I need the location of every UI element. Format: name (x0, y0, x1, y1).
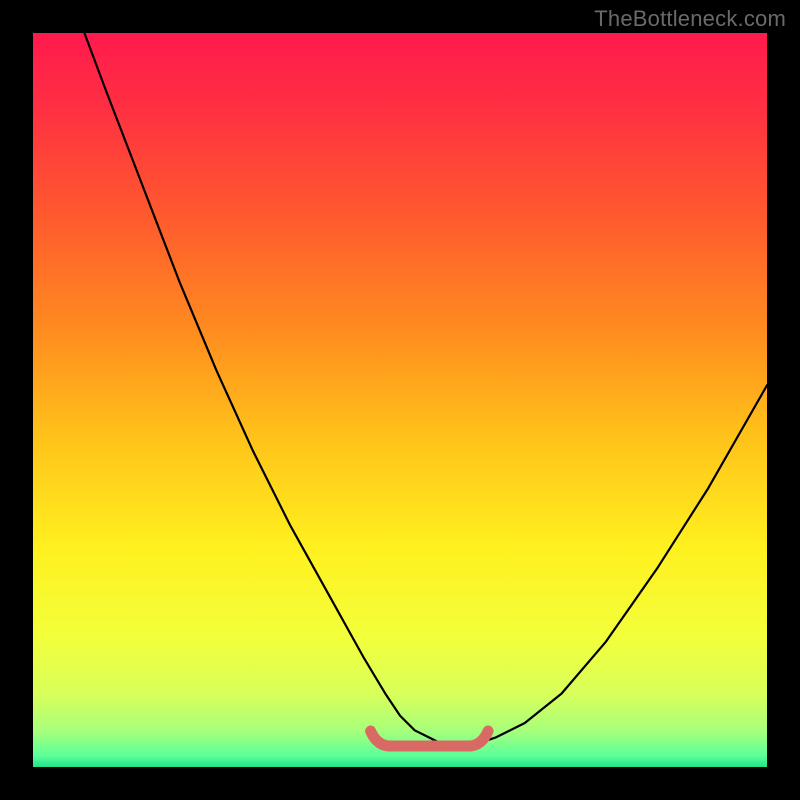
plot-area (33, 33, 767, 767)
chart-frame: TheBottleneck.com (0, 0, 800, 800)
watermark-text: TheBottleneck.com (594, 6, 786, 32)
bottleneck-curve-chart (33, 33, 767, 767)
